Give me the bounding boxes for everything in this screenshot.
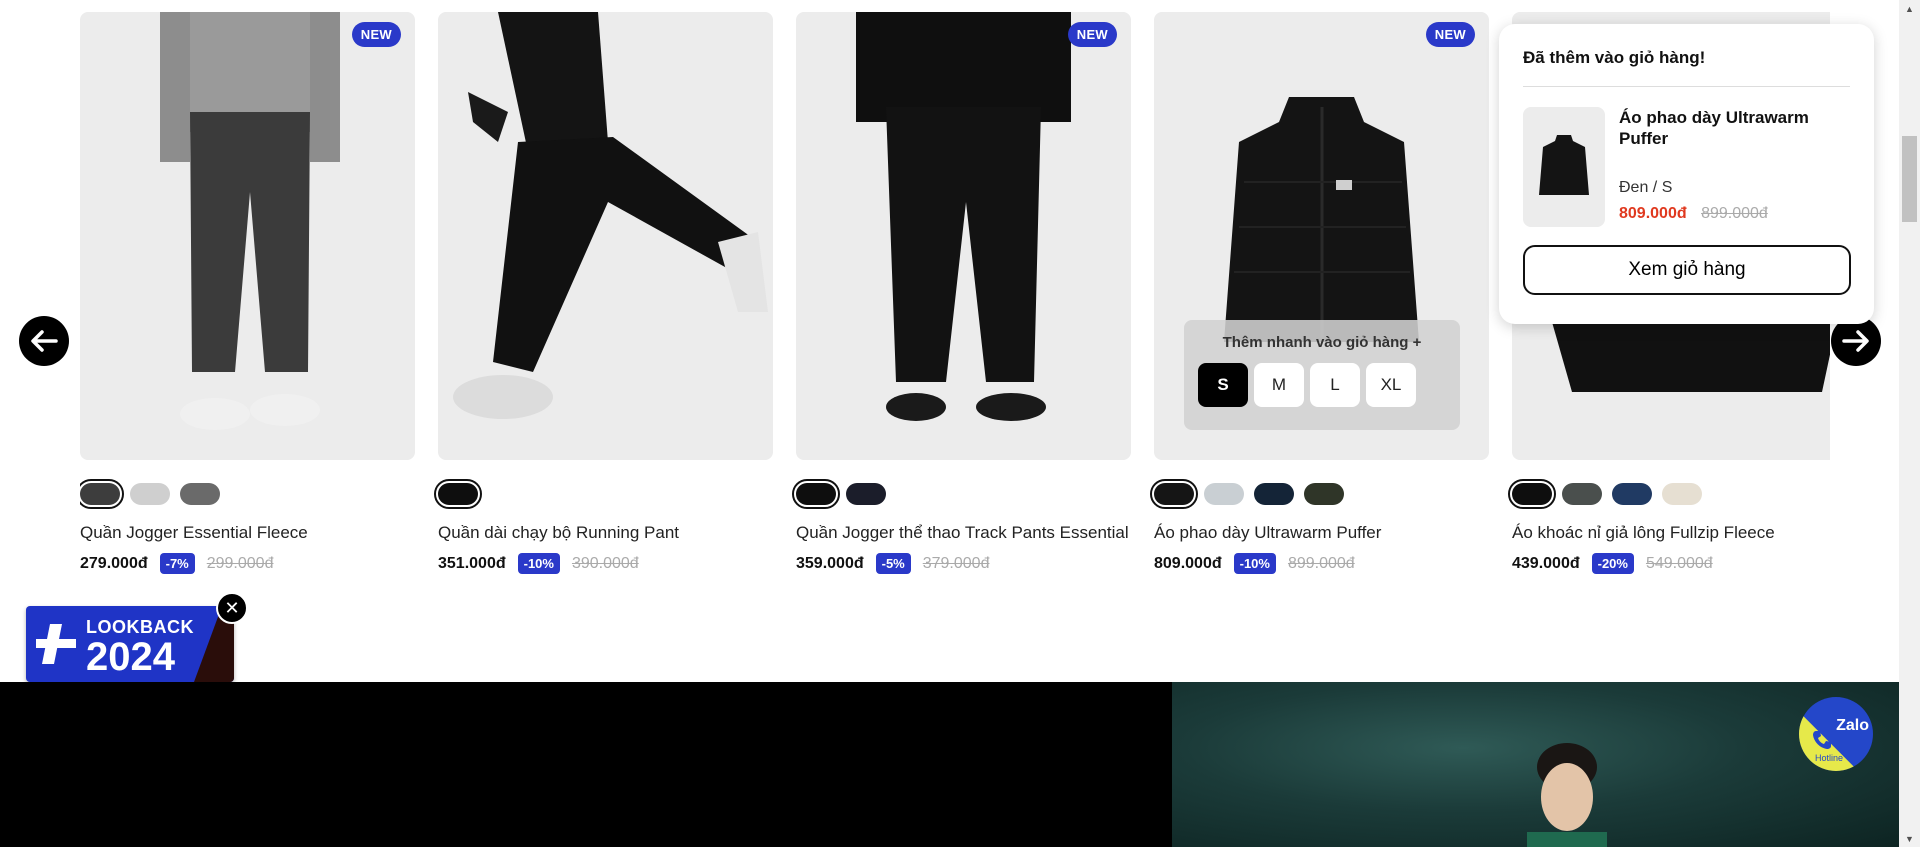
price-row: 809.000đ -10% 899.000đ (1154, 553, 1489, 574)
color-swatch[interactable] (130, 483, 170, 505)
model-figure (1527, 743, 1607, 847)
arrow-left-icon (31, 330, 58, 352)
quick-add-title[interactable]: Thêm nhanh vào giỏ hàng + (1198, 334, 1446, 351)
lookback-2024-banner[interactable]: LOOKBACK 2024 (26, 606, 234, 682)
product-price: 279.000đ (80, 554, 148, 572)
old-price: 899.000đ (1287, 554, 1355, 572)
product-card[interactable]: NEW Quần Jogger Essential Fleece 279.000… (80, 12, 415, 574)
zalo-hotline-button[interactable]: Zalo Hotline (1799, 697, 1873, 771)
color-swatch[interactable] (1304, 483, 1344, 505)
arrow-right-icon (1842, 330, 1869, 352)
track-pants-figure (856, 12, 1071, 421)
old-price: 299.000đ (206, 554, 274, 572)
cart-item-thumbnail[interactable] (1523, 107, 1605, 227)
product-card[interactable]: Quần dài chạy bộ Running Pant 351.000đ -… (434, 12, 773, 574)
discount-badge: -20% (1591, 553, 1634, 574)
cart-item-old-price: 899.000đ (1701, 205, 1768, 222)
running-figure (453, 12, 768, 419)
discount-badge: -5% (875, 553, 911, 574)
cart-popup-title: Đã thêm vào giỏ hàng! (1523, 48, 1850, 87)
cart-item-prices: 809.000đ 899.000đ (1619, 205, 1839, 223)
product-image[interactable] (438, 12, 773, 460)
color-swatch[interactable] (1612, 483, 1652, 505)
page: NEW Quần Jogger Essential Fleece 279.000… (0, 0, 1899, 847)
close-icon[interactable]: ✕ (216, 592, 248, 624)
jogger-figure (160, 12, 340, 430)
old-price: 379.000đ (922, 554, 990, 572)
carousel-prev-button[interactable] (19, 316, 69, 366)
lookback-text: LOOKBACK 2024 (86, 618, 194, 677)
product-price: 809.000đ (1154, 554, 1222, 572)
color-swatch[interactable] (1562, 483, 1602, 505)
product-image[interactable]: NEW (80, 12, 415, 460)
color-swatches (1150, 479, 1489, 509)
cart-item-variant: Đen / S (1619, 179, 1673, 196)
cart-added-popup: Đã thêm vào giỏ hàng! Áo phao dày Ultraw… (1499, 24, 1874, 324)
color-swatch[interactable] (1508, 479, 1556, 509)
plus-slash-logo-icon (36, 624, 76, 664)
color-swatch[interactable] (1150, 479, 1198, 509)
color-swatch[interactable] (80, 479, 124, 509)
product-name[interactable]: Quần Jogger thể thao Track Pants Essenti… (796, 523, 1131, 543)
color-swatch[interactable] (180, 483, 220, 505)
product-image[interactable]: NEW Thêm nhanh vào giỏ hàng + S M L XL (1154, 12, 1489, 460)
new-badge: NEW (1425, 22, 1475, 47)
color-swatches (1508, 479, 1830, 509)
product-card[interactable]: NEW Thêm nhanh vào giỏ hàng + S M L XL Á… (1150, 12, 1489, 574)
scroll-down-icon[interactable]: ▼ (1899, 830, 1920, 847)
phone-icon (1813, 731, 1831, 749)
view-cart-button[interactable]: Xem giỏ hàng (1523, 245, 1851, 295)
hero-banner (0, 682, 1899, 847)
color-swatches (80, 479, 415, 509)
scroll-up-icon[interactable]: ▲ (1899, 0, 1920, 17)
product-name[interactable]: Áo khoác nỉ giả lông Fullzip Fleece (1512, 523, 1830, 543)
color-swatch[interactable] (792, 479, 840, 509)
color-swatch[interactable] (434, 479, 482, 509)
product-name[interactable]: Áo phao dày Ultrawarm Puffer (1154, 523, 1489, 543)
size-button-m[interactable]: M (1254, 363, 1304, 407)
size-button-l[interactable]: L (1310, 363, 1360, 407)
lookback-line1: LOOKBACK (86, 617, 194, 637)
size-button-xl[interactable]: XL (1366, 363, 1416, 407)
hotline-label: Hotline (1815, 753, 1844, 763)
product-price: 351.000đ (438, 554, 506, 572)
size-options: S M L XL (1198, 363, 1446, 407)
color-swatches (792, 479, 1131, 509)
price-row: 279.000đ -7% 299.000đ (80, 553, 415, 574)
cart-item-price: 809.000đ (1619, 205, 1687, 222)
color-swatch[interactable] (1204, 483, 1244, 505)
color-swatch[interactable] (846, 483, 886, 505)
product-price: 359.000đ (796, 554, 864, 572)
puffer-thumb-icon (1539, 135, 1589, 195)
price-row: 359.000đ -5% 379.000đ (796, 553, 1131, 574)
old-price: 390.000đ (571, 554, 639, 572)
product-name[interactable]: Quần Jogger Essential Fleece (80, 523, 415, 543)
new-badge: NEW (1067, 22, 1117, 47)
color-swatches (434, 479, 773, 509)
price-row: 439.000đ -20% 549.000đ (1512, 553, 1830, 574)
discount-badge: -7% (159, 553, 195, 574)
zalo-label: Zalo (1836, 717, 1869, 734)
color-swatch[interactable] (1662, 483, 1702, 505)
lookback-line2: 2024 (86, 635, 175, 679)
product-image[interactable]: NEW (796, 12, 1131, 460)
color-swatch[interactable] (1254, 483, 1294, 505)
banner-image (1172, 682, 1899, 847)
new-badge: NEW (351, 22, 401, 47)
cart-item[interactable]: Áo phao dày Ultrawarm Puffer Đen / S 809… (1523, 107, 1850, 227)
scrollbar-thumb[interactable] (1902, 136, 1917, 222)
old-price: 549.000đ (1645, 554, 1713, 572)
product-name[interactable]: Quần dài chạy bộ Running Pant (438, 523, 773, 543)
price-row: 351.000đ -10% 390.000đ (438, 553, 773, 574)
discount-badge: -10% (517, 553, 560, 574)
cart-item-name[interactable]: Áo phao dày Ultrawarm Puffer (1619, 107, 1839, 149)
size-button-s[interactable]: S (1198, 363, 1248, 407)
quick-add-panel: Thêm nhanh vào giỏ hàng + S M L XL (1184, 320, 1460, 430)
product-card[interactable]: NEW Quần Jogger thể thao Track Pants Ess… (792, 12, 1131, 574)
cart-item-info: Áo phao dày Ultrawarm Puffer Đen / S 809… (1619, 107, 1839, 227)
page-scrollbar[interactable]: ▲ ▼ (1899, 0, 1920, 847)
discount-badge: -10% (1233, 553, 1276, 574)
product-price: 439.000đ (1512, 554, 1580, 572)
